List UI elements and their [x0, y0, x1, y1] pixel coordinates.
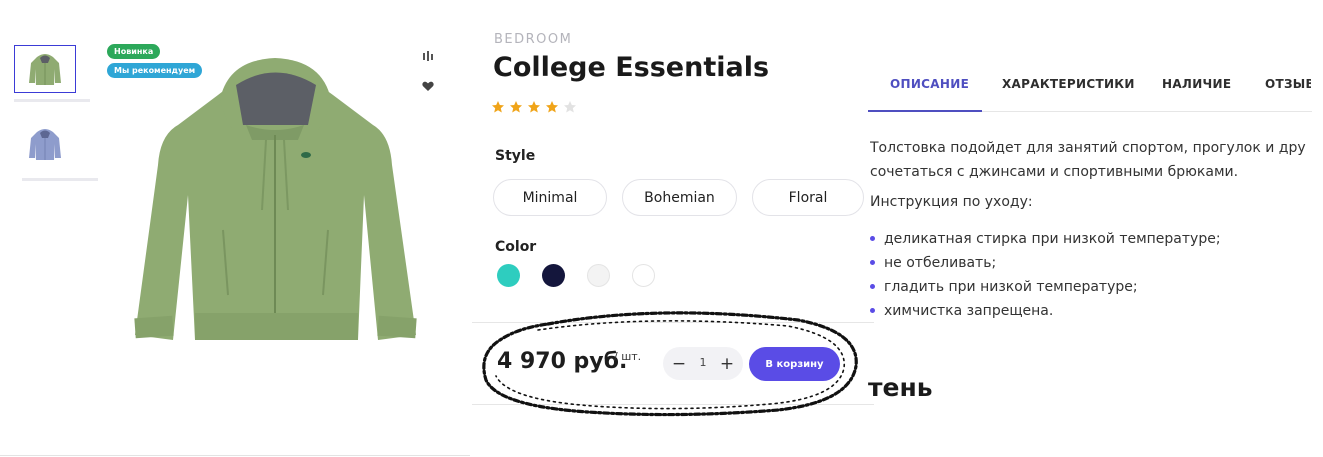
care-instructions-list: деликатная стирка при низкой температуре…	[870, 227, 1221, 323]
thumbnail-divider	[14, 99, 90, 102]
star-filled-icon	[492, 101, 504, 113]
care-instructions-title: Инструкция по уходу:	[870, 194, 1033, 210]
description-line: Толстовка подойдет для занятий спортом, …	[870, 140, 1306, 156]
color-label: Color	[495, 239, 537, 255]
description-text: Толстовка подойдет для занятий спортом, …	[870, 136, 1311, 184]
tab-characteristics[interactable]: ХАРАКТЕРИСТИКИ	[1002, 77, 1135, 91]
description-line: сочетаться с джинсами и спортивными брюк…	[870, 164, 1239, 180]
style-option-minimal[interactable]: Minimal	[493, 179, 607, 216]
heart-icon[interactable]	[420, 78, 436, 94]
list-item-text: гладить при низкой температуре;	[884, 279, 1138, 295]
blue-hoodie-thumb-image	[29, 129, 61, 160]
color-swatch-light-gray[interactable]	[587, 264, 610, 287]
tab-active-indicator	[868, 110, 982, 112]
bullet-icon	[870, 260, 875, 265]
rating-stars	[491, 100, 577, 114]
compare-icon[interactable]	[420, 48, 436, 64]
color-swatch-teal[interactable]	[497, 264, 520, 287]
star-filled-icon	[528, 101, 540, 113]
color-swatch-white[interactable]	[632, 264, 655, 287]
thumbnail-2[interactable]	[14, 120, 76, 168]
divider	[0, 455, 470, 456]
divider	[472, 322, 874, 323]
quantity-decrease-button[interactable]: −	[668, 351, 690, 376]
list-item-text: не отбеливать;	[884, 255, 997, 271]
price: 4 970 руб.	[497, 349, 628, 374]
list-item-text: деликатная стирка при низкой температуре…	[884, 231, 1221, 247]
bullet-icon	[870, 284, 875, 289]
quantity-stepper: − 1 +	[663, 347, 743, 380]
product-main-image	[134, 58, 417, 340]
product-category[interactable]: BEDROOM	[494, 32, 572, 47]
product-title: College Essentials	[493, 52, 770, 83]
style-option-floral[interactable]: Floral	[752, 179, 864, 216]
star-filled-icon	[546, 101, 558, 113]
color-swatch-navy[interactable]	[542, 264, 565, 287]
green-hoodie-thumb-image	[29, 54, 61, 85]
star-empty-icon	[564, 101, 576, 113]
divider	[472, 404, 874, 405]
bullet-icon	[870, 308, 875, 313]
tab-reviews[interactable]: ОТЗЫВ	[1265, 77, 1311, 91]
thumbnail-divider	[22, 178, 98, 181]
thumbnail-1[interactable]	[14, 45, 76, 93]
list-item: химчистка запрещена.	[870, 299, 1221, 323]
list-item: гладить при низкой температуре;	[870, 275, 1221, 299]
bullet-icon	[870, 236, 875, 241]
quantity-value[interactable]: 1	[692, 356, 714, 369]
tab-availability[interactable]: НАЛИЧИЕ	[1162, 77, 1231, 91]
tab-description[interactable]: ОПИСАНИЕ	[890, 77, 969, 91]
section-heading: тень	[868, 373, 933, 402]
price-unit: / шт.	[614, 350, 642, 363]
list-item: деликатная стирка при низкой температуре…	[870, 227, 1221, 251]
style-option-bohemian[interactable]: Bohemian	[622, 179, 737, 216]
quantity-increase-button[interactable]: +	[716, 351, 738, 376]
style-label: Style	[495, 148, 536, 164]
add-to-cart-button[interactable]: В корзину	[749, 347, 840, 381]
list-item-text: химчистка запрещена.	[884, 303, 1054, 319]
list-item: не отбеливать;	[870, 251, 1221, 275]
star-filled-icon	[510, 101, 522, 113]
